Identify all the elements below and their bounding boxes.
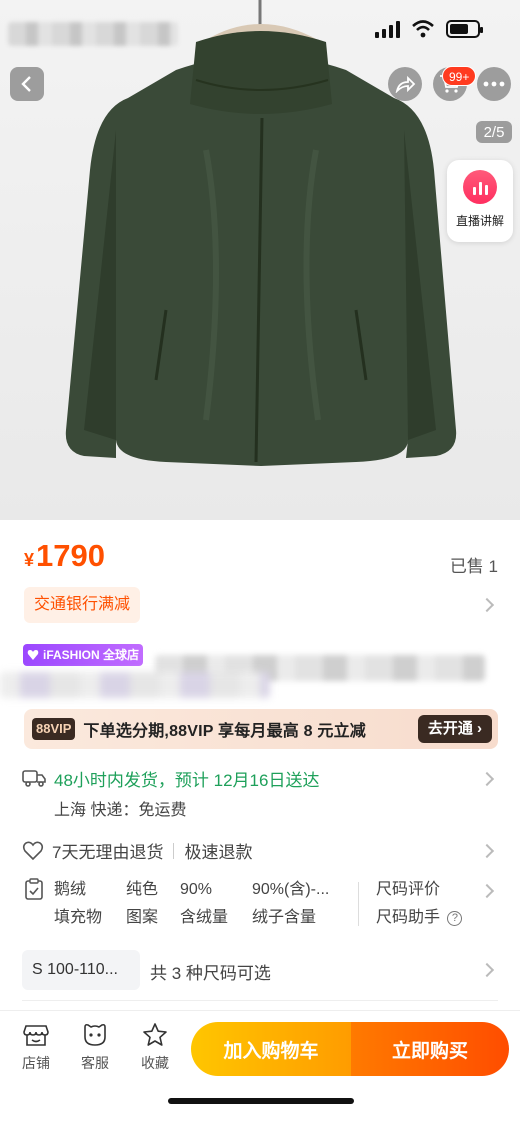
size-help[interactable]: 尺码评价 尺码助手 ? <box>376 876 463 932</box>
question-mark-icon: ? <box>447 911 463 926</box>
store-badge: iFASHION 全球店 <box>23 644 144 666</box>
param-filling: 鹅绒 填充物 <box>54 876 102 932</box>
vip-text: 下单选分期,88VIP 享每月最高 8 元立减 <box>83 723 366 740</box>
store-button[interactable]: 店铺 <box>14 1023 58 1073</box>
customer-service-button[interactable]: 客服 <box>73 1023 117 1073</box>
share-arrow-icon <box>395 75 416 93</box>
heart-logo-icon <box>27 650 39 660</box>
chevron-right-icon[interactable] <box>479 843 495 859</box>
vip-open-label: 去开通 <box>427 720 473 737</box>
customer-service-icon <box>84 1023 106 1046</box>
live-explain-label: 直播讲解 <box>455 214 504 228</box>
bottom-action-bar: 店铺 客服 收藏 加入购物车 立即购买 <box>0 1010 520 1125</box>
blurred-status-content <box>8 22 178 46</box>
more-button[interactable] <box>477 67 511 101</box>
chevron-right-icon[interactable] <box>479 597 495 613</box>
param-down-content: 90% 含绒量 <box>180 876 228 932</box>
image-page-indicator: 2/5 <box>476 121 512 143</box>
param-name: 绒子含量 <box>252 909 317 926</box>
size-assistant-label: 尺码助手 <box>376 909 441 926</box>
favorite-button[interactable]: 收藏 <box>133 1023 177 1073</box>
price-value: 1790 <box>36 538 105 573</box>
separator <box>173 842 175 859</box>
promo-tag[interactable]: 交通银行满减 <box>24 587 141 623</box>
param-value: 90%(含)-... <box>252 881 330 898</box>
price: ¥ 1790 <box>24 538 105 574</box>
status-bar <box>0 0 520 60</box>
fast-refund-label: 极速退款 <box>184 843 253 862</box>
star-outline-icon <box>143 1023 167 1046</box>
size-assistant-row: 尺码助手 ? <box>376 904 463 932</box>
delivery-estimate: 48小时内发货，预计 12月16日送达 <box>54 771 320 790</box>
clipboard-icon <box>25 878 43 900</box>
param-value: 鹅绒 <box>54 881 87 898</box>
size-selector[interactable]: S 100-110... 共 3 种尺码可选 <box>22 950 498 990</box>
buy-now-button[interactable]: 立即购买 <box>351 1022 509 1076</box>
chevron-right-icon[interactable] <box>479 883 495 899</box>
return-policy-row[interactable]: 7天无理由退货 极速退款 <box>22 838 252 863</box>
param-value: 纯色 <box>126 881 159 898</box>
price-currency: ¥ <box>24 550 35 570</box>
param-down-cluster: 90%(含)-... 绒子含量 <box>252 876 329 932</box>
cart-count-badge: 99+ <box>442 66 477 86</box>
store-tag-label: iFASHION 全球店 <box>43 648 140 662</box>
share-button[interactable] <box>388 67 422 101</box>
param-name: 含绒量 <box>180 909 229 926</box>
param-name: 填充物 <box>54 909 103 926</box>
home-indicator <box>168 1098 354 1104</box>
divider <box>22 1000 498 1001</box>
battery-icon <box>446 20 483 38</box>
store-label: 店铺 <box>22 1055 50 1071</box>
divider <box>358 882 359 926</box>
size-review-label: 尺码评价 <box>376 881 441 898</box>
cellular-signal-icon <box>375 20 400 38</box>
param-name: 图案 <box>126 909 159 926</box>
size-chip[interactable]: S 100-110... <box>22 950 140 990</box>
vip-open-button[interactable]: 去开通 › <box>417 715 492 743</box>
favorite-label: 收藏 <box>141 1055 169 1071</box>
size-count-text: 共 3 种尺码可选 <box>150 964 271 983</box>
live-explain-button[interactable]: 直播讲解 <box>447 160 513 242</box>
return-policy-label: 7天无理由退货 <box>52 843 164 862</box>
shipping-origin: 上海 快递：免运费 <box>54 802 187 819</box>
delivery-truck-icon <box>22 770 46 787</box>
more-dots-icon <box>483 81 505 87</box>
chevron-right-icon[interactable] <box>479 962 495 978</box>
live-bars-icon <box>463 170 497 204</box>
chevron-right-icon[interactable] <box>479 771 495 787</box>
product-params[interactable]: 鹅绒 填充物 纯色 图案 90% 含绒量 90%(含)-... 绒子含量 尺码评… <box>22 876 498 932</box>
product-image-gallery[interactable]: 99+ 2/5 直播讲解 <box>0 0 520 520</box>
param-value: 90% <box>180 881 213 898</box>
chevron-left-icon <box>21 76 31 92</box>
sold-count: 已售 1 <box>449 557 498 576</box>
param-pattern: 纯色 图案 <box>126 876 158 932</box>
wifi-icon <box>412 20 434 38</box>
store-icon <box>23 1025 49 1046</box>
customer-service-label: 客服 <box>81 1055 109 1071</box>
add-to-cart-button[interactable]: 加入购物车 <box>191 1022 351 1076</box>
vip-badge: 88VIP <box>32 718 76 740</box>
vip-banner[interactable]: 88VIP 下单选分期,88VIP 享每月最高 8 元立减 去开通 › <box>24 709 498 749</box>
back-button[interactable] <box>10 67 44 101</box>
heart-outline-icon <box>22 841 44 860</box>
blurred-title-line2 <box>0 672 270 698</box>
